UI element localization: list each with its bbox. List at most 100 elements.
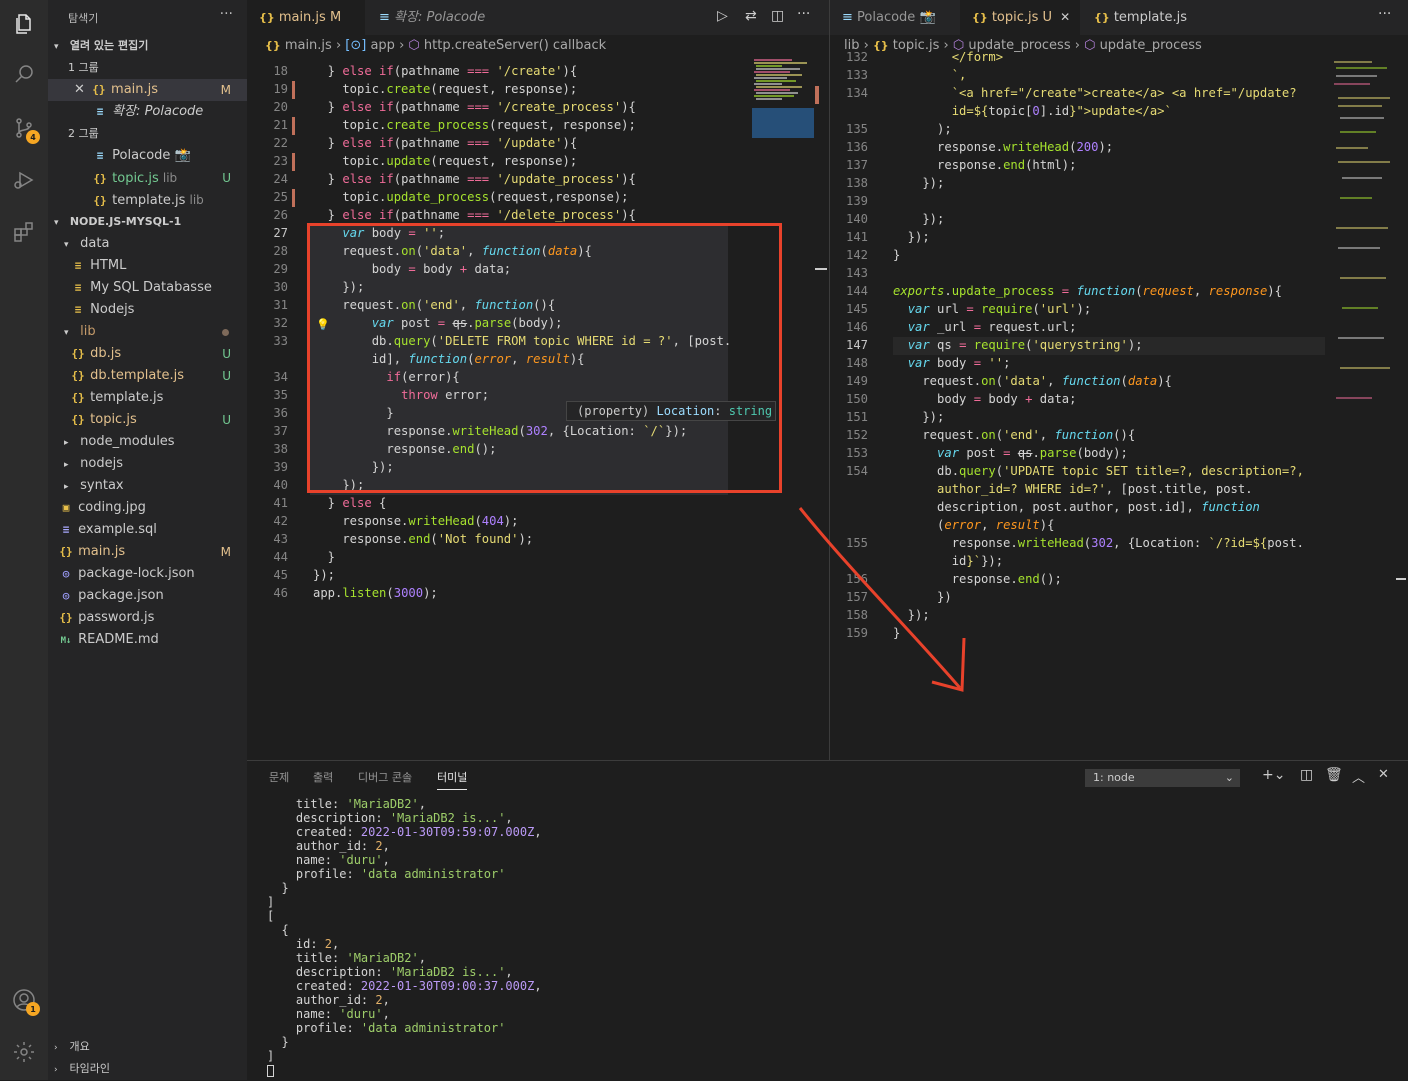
split-editor-icon[interactable]: ◫ — [771, 8, 784, 24]
settings-gear-icon[interactable] — [0, 1028, 48, 1076]
open-editors-header[interactable]: ▾ 열려 있는 편집기 — [48, 35, 247, 57]
js-file-icon: {} — [92, 83, 106, 96]
more-actions-icon[interactable]: ··· — [1378, 6, 1391, 22]
line-number — [838, 480, 868, 498]
tree-file-readme[interactable]: M↓ README.md — [48, 629, 247, 651]
line-number: 137 — [845, 158, 868, 172]
line-number: 41 — [273, 496, 288, 510]
line-number: 21 — [273, 118, 288, 132]
left-line-numbers: 18 19 20 21 22 23 24 25 26 27 28 29 30 31 32 33 34 35 36 3… — [252, 62, 288, 602]
terminal-output[interactable]: title: 'MariaDB2', description: 'MariaDB… — [267, 797, 542, 1077]
tab-template-js[interactable]: {} template.js — [1082, 0, 1202, 35]
line-number: 19 — [273, 82, 288, 96]
close-icon[interactable]: ✕ — [1060, 10, 1070, 24]
tab-terminal[interactable]: 터미널 — [437, 769, 468, 790]
tree-file-coding-jpg[interactable]: ▣ coding.jpg — [48, 497, 247, 519]
tree-file-nodejs[interactable]: ≡ Nodejs — [48, 299, 247, 321]
line-number: 42 — [273, 514, 288, 528]
search-icon[interactable] — [0, 50, 48, 98]
close-panel-icon[interactable]: ✕ — [1378, 767, 1389, 782]
split-terminal-icon[interactable]: ◫ — [1300, 767, 1313, 783]
line-number: 38 — [273, 442, 288, 456]
right-minimap[interactable] — [1332, 58, 1394, 418]
run-debug-icon[interactable] — [0, 156, 48, 204]
scm-badge: 4 — [26, 130, 40, 144]
run-icon[interactable]: ▷ — [717, 8, 728, 24]
modified-dot — [222, 329, 229, 336]
open-editor-topic-js[interactable]: {} topic.js lib U — [48, 167, 247, 189]
line-number: 22 — [273, 136, 288, 150]
line-number: 20 — [273, 100, 288, 114]
tree-file-db-template-js[interactable]: {} db.template.js U — [48, 365, 247, 387]
line-number: 150 — [845, 392, 868, 406]
line-number: 37 — [273, 424, 288, 438]
tree-folder-node-modules[interactable]: ▸ node_modules — [48, 431, 247, 453]
tree-file-template-js[interactable]: {} template.js — [48, 387, 247, 409]
line-number: 30 — [273, 280, 288, 294]
outline-section[interactable]: › 개요 — [48, 1036, 247, 1058]
scrollbar-change-marker — [815, 86, 819, 104]
close-icon[interactable]: ✕ — [74, 82, 85, 97]
line-number: 43 — [273, 532, 288, 546]
compare-changes-icon[interactable]: ⇄ — [745, 8, 757, 24]
tree-file-topic-js[interactable]: {} topic.js U — [48, 409, 247, 431]
line-number: 25 — [273, 190, 288, 204]
json-icon: ◎ — [62, 567, 70, 580]
left-breadcrumb[interactable]: {} main.js › [⊙] app › ⬡ http.createServ… — [265, 35, 805, 57]
line-number: 28 — [273, 244, 288, 258]
tab-main-js[interactable]: {} main.js M — [247, 0, 365, 35]
line-number: 136 — [845, 140, 868, 154]
tab-topic-js[interactable]: {} topic.js U ✕ — [960, 0, 1080, 35]
tree-folder-nodejs[interactable]: ▸ nodejs — [48, 453, 247, 475]
tree-folder-data[interactable]: ▾ data — [48, 233, 247, 255]
new-terminal-icon[interactable]: +⌄ — [1262, 767, 1285, 783]
tree-file-password-js[interactable]: {} password.js — [48, 607, 247, 629]
tree-file-package-json[interactable]: ◎ package.json — [48, 585, 247, 607]
trash-icon[interactable]: 🗑 — [1325, 767, 1343, 783]
timeline-section[interactable]: › 타임라인 — [48, 1058, 247, 1080]
tree-folder-lib[interactable]: ▾ lib — [48, 321, 247, 343]
tab-output[interactable]: 출력 — [313, 769, 333, 785]
tab-polacode[interactable]: ≡ Polacode 📸 — [830, 0, 958, 35]
image-file-icon: ▣ — [62, 501, 70, 514]
line-number: 32 — [273, 316, 288, 330]
open-editor-polacode[interactable]: ≡ Polacode 📸 — [48, 145, 247, 167]
line-number: 148 — [845, 356, 868, 370]
explorer-title: 탐색기 — [68, 12, 99, 25]
line-number: 143 — [845, 266, 868, 280]
tree-file-html[interactable]: ≡ HTML — [48, 255, 247, 277]
terminal-select[interactable]: 1: node ⌄ — [1085, 769, 1240, 787]
line-number: 138 — [845, 176, 868, 190]
tab-debug-console[interactable]: 디버그 콘솔 — [358, 769, 412, 785]
gutter-modified — [292, 153, 295, 171]
source-control-icon[interactable]: 4 — [0, 104, 48, 152]
tree-folder-syntax[interactable]: ▸ syntax — [48, 475, 247, 497]
extensions-icon[interactable] — [0, 208, 48, 256]
line-number: 149 — [845, 374, 868, 388]
tree-file-example-sql[interactable]: ≡ example.sql — [48, 519, 247, 541]
explorer-icon[interactable] — [0, 0, 48, 48]
left-tab-bar: {} main.js M ≡ 확장: Polacode ▷ ⇄ ◫ ··· — [247, 0, 829, 35]
line-number: 35 — [273, 388, 288, 402]
line-number: 24 — [273, 172, 288, 186]
line-number: 33 — [273, 334, 288, 348]
tree-file-main-js[interactable]: {} main.js M — [48, 541, 247, 563]
tree-file-db-js[interactable]: {} db.js U — [48, 343, 247, 365]
left-minimap[interactable] — [752, 58, 814, 148]
open-editor-main-js[interactable]: ✕{} main.js M — [48, 79, 247, 101]
account-icon[interactable]: 1 — [0, 976, 48, 1024]
tab-polacode-ext[interactable]: ≡ 확장: Polacode — [367, 0, 507, 35]
open-editor-template-js[interactable]: {} template.js lib — [48, 189, 247, 211]
line-number: 147 — [845, 338, 868, 352]
project-header[interactable]: ▾ NODE.JS-MYSQL-1 — [48, 211, 247, 233]
more-actions-icon[interactable]: ··· — [220, 6, 233, 22]
right-tab-bar: ≡ Polacode 📸 {} topic.js U ✕ {} template.… — [830, 0, 1408, 35]
tree-file-mysql[interactable]: ≡ My SQL Databasse — [48, 277, 247, 299]
maximize-panel-icon[interactable]: ︿ — [1352, 767, 1365, 786]
tree-file-package-lock[interactable]: ◎ package-lock.json — [48, 563, 247, 585]
line-number: 27 — [273, 226, 288, 240]
open-editor-polacode-ext[interactable]: ≡ 확장: Polacode — [48, 101, 247, 123]
tab-problems[interactable]: 문제 — [269, 769, 289, 785]
markdown-icon: ≡ — [74, 303, 82, 316]
more-actions-icon[interactable]: ··· — [797, 6, 810, 22]
